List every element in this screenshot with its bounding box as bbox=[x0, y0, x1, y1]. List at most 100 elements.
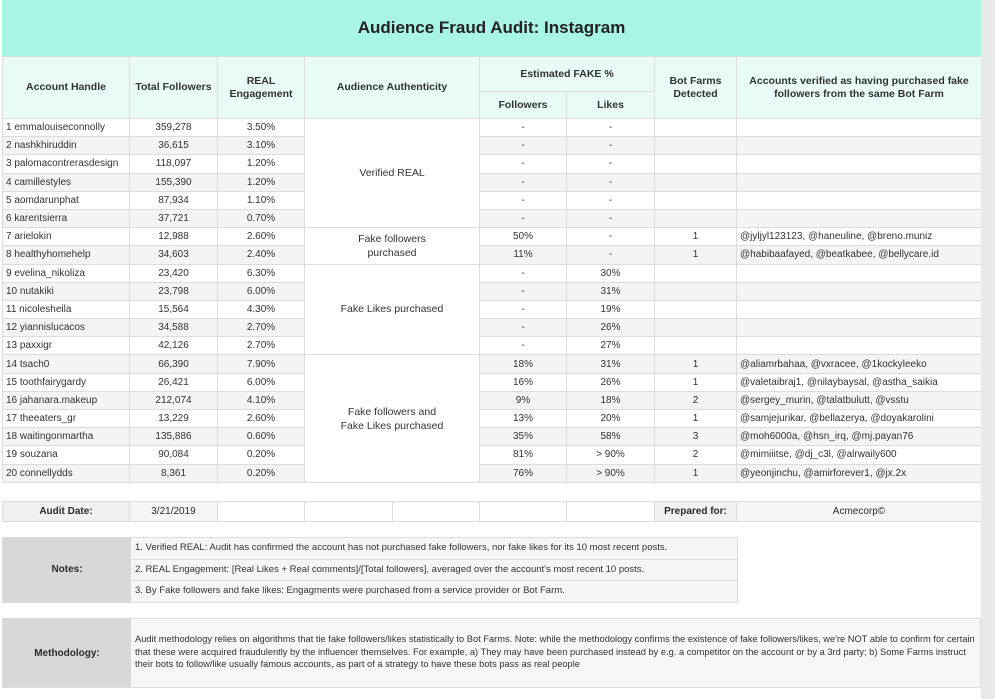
fake-likes-pct: 31% bbox=[565, 354, 656, 374]
fake-likes-pct: > 90% bbox=[565, 445, 656, 465]
bot-farms-count bbox=[654, 299, 738, 320]
fake-followers-pct: 76% bbox=[479, 463, 567, 483]
table-row: 15 toothfairygardy 26,421 6.00% 16% 26% 1 @val… bbox=[2, 372, 983, 392]
total-followers: 13,229 bbox=[129, 408, 218, 429]
table-row: 12 yiannislucacos 34,588 2.70% -26% bbox=[2, 318, 983, 338]
same-farm-accounts bbox=[736, 208, 983, 229]
audience-authenticity-group: Fake Likes purchased bbox=[304, 263, 480, 356]
table-row: 6 karentsierra 37,721 0.70% - - bbox=[2, 208, 983, 229]
fake-likes-pct: - bbox=[565, 208, 656, 229]
header-same-farm-accounts: Accounts verified as having purchased fa… bbox=[736, 56, 983, 119]
fake-likes-pct: 30% bbox=[565, 263, 656, 283]
same-farm-accounts: @moh6000a, @hsn_irq, @mj.payan76 bbox=[736, 427, 983, 447]
total-followers: 15,564 bbox=[129, 299, 218, 320]
fake-likes-pct: 26% bbox=[565, 372, 656, 392]
fake-likes-pct: - bbox=[565, 227, 656, 247]
fake-likes-pct: 18% bbox=[565, 390, 656, 411]
account-handle: 17 theeaters_gr bbox=[2, 408, 130, 429]
fake-likes-pct: 26% bbox=[565, 318, 656, 338]
fake-followers-pct: - bbox=[479, 190, 567, 210]
same-farm-accounts: @aliamrbahaa, @vxracee, @1kockyleeko bbox=[736, 354, 983, 374]
account-handle: 2 nashkhiruddin bbox=[2, 136, 130, 156]
same-farm-accounts bbox=[736, 318, 983, 338]
right-gutter bbox=[981, 0, 995, 699]
total-followers: 212,074 bbox=[129, 390, 218, 411]
total-followers: 37,721 bbox=[129, 208, 218, 229]
account-handle: 14 tsach0 bbox=[2, 354, 130, 374]
fake-followers-pct: - bbox=[479, 318, 567, 338]
real-engagement: 7.90% bbox=[217, 354, 305, 374]
empty-cell bbox=[392, 501, 480, 522]
fake-likes-pct: - bbox=[565, 117, 656, 138]
bot-farms-count bbox=[654, 154, 738, 174]
total-followers: 66,390 bbox=[129, 354, 218, 374]
real-engagement: 3.50% bbox=[217, 117, 305, 138]
account-handle: 11 nicolesheila bbox=[2, 299, 130, 320]
bot-farms-count bbox=[654, 281, 738, 301]
empty-cell bbox=[304, 501, 393, 522]
same-farm-accounts: @mimiiitse, @dj_c3l, @alrwaily600 bbox=[736, 445, 983, 465]
account-handle: 15 toothfairygardy bbox=[2, 372, 130, 392]
empty-cell bbox=[479, 501, 567, 522]
fake-followers-pct: - bbox=[479, 299, 567, 320]
header-fake-likes: Likes bbox=[565, 91, 656, 119]
fake-followers-pct: 35% bbox=[479, 427, 567, 447]
real-engagement: 2.70% bbox=[217, 318, 305, 338]
total-followers: 87,934 bbox=[129, 190, 218, 210]
fake-followers-pct: 13% bbox=[479, 408, 567, 429]
audit-date-value: 3/21/2019 bbox=[129, 501, 218, 522]
empty-cell bbox=[566, 501, 655, 522]
same-farm-accounts: @habibaafayed, @beatkabee, @bellycare.id bbox=[736, 245, 983, 265]
account-handle: 5 aomdarunphat bbox=[2, 190, 130, 210]
fake-followers-pct: 50% bbox=[479, 227, 567, 247]
real-engagement: 2.40% bbox=[217, 245, 305, 265]
bot-farms-count bbox=[654, 136, 738, 156]
audit-report: Audience Fraud Audit: Instagram Account … bbox=[0, 0, 983, 699]
fake-likes-pct: 20% bbox=[565, 408, 656, 429]
fake-likes-pct: 31% bbox=[565, 281, 656, 301]
table-row: 3 palomacontrerasdesign 118,097 1.20% - - bbox=[2, 154, 983, 174]
total-followers: 23,798 bbox=[129, 281, 218, 301]
real-engagement: 0.20% bbox=[217, 445, 305, 465]
bot-farms-count: 1 bbox=[654, 227, 738, 247]
fake-followers-pct: - bbox=[479, 154, 567, 174]
real-engagement: 1.20% bbox=[217, 154, 305, 174]
header-estimated-fake: Estimated FAKE % bbox=[478, 56, 656, 92]
same-farm-accounts bbox=[736, 136, 983, 156]
bot-farms-count: 1 bbox=[654, 408, 738, 429]
table-row: 1 emmalouiseconnolly 359,278 3.50% Verified… bbox=[2, 117, 983, 229]
bot-farms-count bbox=[654, 263, 738, 283]
real-engagement: 2.60% bbox=[217, 227, 305, 247]
bot-farms-count bbox=[654, 336, 738, 356]
header-bot-farms: Bot Farms Detected bbox=[654, 56, 738, 119]
account-handle: 16 jahanara.makeup bbox=[2, 390, 130, 411]
same-farm-accounts bbox=[736, 263, 983, 283]
fake-likes-pct: - bbox=[565, 172, 656, 192]
fake-followers-pct: - bbox=[479, 136, 567, 156]
account-handle: 19 souzana bbox=[2, 445, 130, 465]
total-followers: 26,421 bbox=[129, 372, 218, 392]
real-engagement: 4.10% bbox=[217, 390, 305, 411]
total-followers: 8,361 bbox=[129, 463, 218, 483]
table-row: 19 souzana 90,084 0.20% 81% > 90% 2 @mimiiitse… bbox=[2, 445, 983, 465]
table-row: 11 nicolesheila 15,564 4.30% -19% bbox=[2, 299, 983, 320]
total-followers: 23,420 bbox=[129, 263, 218, 283]
total-followers: 34,588 bbox=[129, 318, 218, 338]
account-handle: 12 yiannislucacos bbox=[2, 318, 130, 338]
account-handle: 20 connellydds bbox=[2, 463, 130, 483]
fake-likes-pct: 27% bbox=[565, 336, 656, 356]
total-followers: 12,988 bbox=[129, 227, 218, 247]
fake-followers-pct: - bbox=[479, 172, 567, 192]
total-followers: 118,097 bbox=[129, 154, 218, 174]
account-handle: 9 evelina_nikoliza bbox=[2, 263, 130, 283]
table-row: 14 tsach0 66,390 7.90% Fake followers and F… bbox=[2, 354, 983, 483]
audit-table: Account Handle Total Followers REAL Enga… bbox=[2, 56, 983, 483]
fake-followers-pct: - bbox=[479, 208, 567, 229]
same-farm-accounts bbox=[736, 190, 983, 210]
account-handle: 1 emmalouiseconnolly bbox=[2, 117, 130, 138]
table-row: 5 aomdarunphat 87,934 1.10% - - bbox=[2, 190, 983, 210]
bot-farms-count: 1 bbox=[654, 372, 738, 392]
total-followers: 135,886 bbox=[129, 427, 218, 447]
real-engagement: 4.30% bbox=[217, 299, 305, 320]
audit-info-row: Audit Date: 3/21/2019 Prepared for: Acme… bbox=[2, 501, 982, 522]
